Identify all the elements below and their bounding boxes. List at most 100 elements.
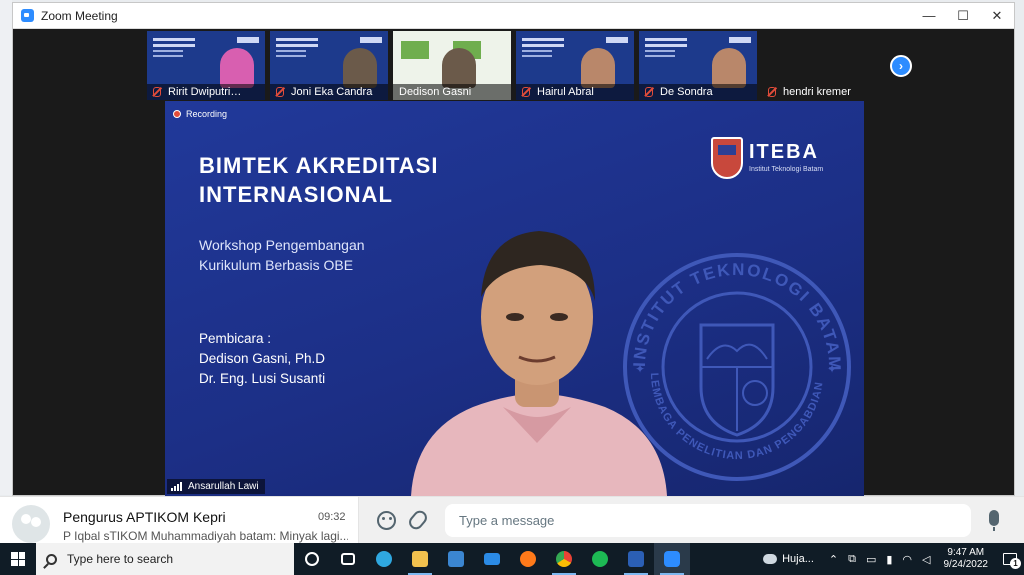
participant-name: hendri kremer — [783, 86, 851, 98]
chat-last-message[interactable]: P Iqbal sTIKOM Muhammadiyah batam: Minya… — [63, 529, 348, 543]
chat-time: 09:32 — [318, 511, 346, 523]
mic-muted-icon — [153, 87, 161, 97]
mic-muted-icon — [276, 87, 284, 97]
banner-thumbnail — [401, 41, 429, 59]
task-view-icon[interactable] — [330, 543, 366, 575]
clock[interactable]: 9:47 AM 9/24/2022 — [944, 547, 989, 571]
window-controls: — ☐ ✕ — [912, 3, 1014, 28]
speakers-heading: Pembicara : — [199, 331, 272, 346]
iteba-logo: ITEBA Institut Teknologi Batam — [711, 137, 831, 183]
speaker-name: Dedison Gasni, Ph.D — [199, 351, 326, 366]
zoom-icon[interactable] — [654, 543, 690, 575]
participant-name: Ririt Dwiputri… — [168, 86, 242, 98]
next-page-button[interactable]: › — [890, 55, 912, 77]
slide-title-line: BIMTEK AKREDITASI — [199, 153, 439, 178]
slide-subtitle-line: Workshop Pengembangan — [199, 237, 365, 253]
file-explorer-icon[interactable] — [402, 543, 438, 575]
notification-center-button[interactable]: 1 — [996, 543, 1024, 575]
participant-label: Joni Eka Candra — [270, 84, 388, 100]
window-title: Zoom Meeting — [41, 8, 118, 23]
firefox-icon[interactable] — [510, 543, 546, 575]
shared-slide-thumbnail — [522, 38, 577, 78]
participant-name: Hairul Abral — [537, 86, 594, 98]
zoom-window: Zoom Meeting — ☐ ✕ Ririt Dwiputri… Joni … — [12, 2, 1015, 496]
recording-indicator[interactable]: Recording — [173, 109, 227, 119]
participant-tile[interactable]: Dedison Gasni — [393, 31, 511, 100]
group-avatar[interactable] — [12, 505, 50, 543]
participant-video — [343, 48, 377, 88]
clock-date: 9/24/2022 — [943, 559, 989, 570]
shared-slide-thumbnail — [153, 38, 208, 78]
svg-text:✦: ✦ — [827, 362, 837, 376]
minimize-button[interactable]: — — [912, 3, 946, 28]
search-placeholder: Type here to search — [67, 552, 174, 566]
emoji-icon[interactable] — [377, 511, 396, 530]
message-input[interactable]: Type a message — [445, 504, 971, 537]
logo-thumbnail — [729, 37, 751, 43]
chat-group-name[interactable]: Pengurus APTIKOM Kepri — [63, 509, 226, 525]
participant-label: Hairul Abral — [516, 84, 634, 100]
store-icon[interactable] — [438, 543, 474, 575]
chat-app-strip: Pengurus APTIKOM Kepri 09:32 P Iqbal sTI… — [0, 496, 1024, 544]
recording-dot-icon — [173, 110, 181, 118]
maximize-button[interactable]: ☐ — [946, 3, 980, 28]
volume-icon[interactable]: ◁ — [922, 553, 930, 566]
tray-icons: ⌃ ⧉ ▭ ▮ ◠ ◁ — [824, 553, 936, 566]
participant-label: Dedison Gasni — [393, 84, 511, 100]
taskbar: Type here to search Huja... ⌃ ⧉ ▭ ▮ ◠ ◁ — [0, 543, 1024, 575]
start-button[interactable] — [0, 543, 36, 575]
participant-tile[interactable]: De Sondra — [639, 31, 757, 100]
participant-tile[interactable]: Ririt Dwiputri… — [147, 31, 265, 100]
presenter-video — [411, 231, 667, 496]
logo-thumbnail — [237, 37, 259, 43]
slide-subtitle: Workshop Pengembangan Kurikulum Berbasis… — [199, 235, 365, 275]
spotify-icon[interactable] — [582, 543, 618, 575]
wifi-icon[interactable]: ◠ — [902, 553, 912, 566]
weather-widget[interactable]: Huja... — [763, 553, 814, 565]
paperclip-icon[interactable] — [406, 507, 430, 533]
shield-icon — [711, 137, 743, 179]
participant-label: De Sondra — [639, 84, 757, 100]
participant-name: De Sondra — [660, 86, 713, 98]
desktop: Zoom Meeting — ☐ ✕ Ririt Dwiputri… Joni … — [0, 0, 1024, 575]
participant-video — [581, 48, 615, 88]
taskbar-search[interactable]: Type here to search — [36, 543, 294, 575]
word-icon[interactable] — [618, 543, 654, 575]
participant-label: hendri kremer — [762, 84, 880, 100]
participant-strip: Ririt Dwiputri… Joni Eka Candra Dedison … — [13, 30, 1014, 101]
mail-icon[interactable] — [474, 543, 510, 575]
shared-slide-thumbnail — [645, 38, 700, 78]
zoom-app-icon — [21, 9, 34, 22]
network-share-icon[interactable]: ⧉ — [848, 553, 856, 566]
title-bar[interactable]: Zoom Meeting — ☐ ✕ — [13, 3, 1014, 29]
microphone-icon[interactable] — [989, 510, 999, 531]
close-button[interactable]: ✕ — [980, 3, 1014, 28]
message-composer: Type a message — [359, 497, 1024, 544]
system-tray: Huja... ⌃ ⧉ ▭ ▮ ◠ ◁ 9:47 AM 9/24/2022 1 — [763, 543, 1024, 575]
participant-video — [220, 48, 254, 88]
slide-title: BIMTEK AKREDITASI INTERNASIONAL — [199, 151, 438, 209]
participant-name: Dedison Gasni — [399, 86, 472, 98]
brand-word: ITEBA — [749, 141, 819, 163]
shared-screen: Recording BIMTEK AKREDITASI INTERNASIONA… — [165, 101, 864, 496]
chrome-icon[interactable] — [546, 543, 582, 575]
participant-tile[interactable]: Joni Eka Candra — [270, 31, 388, 100]
clock-time: 9:47 AM — [947, 547, 985, 558]
logo-thumbnail — [606, 37, 628, 43]
battery-icon[interactable]: ▮ — [886, 553, 892, 566]
active-speaker-label: Ansarullah Lawi — [167, 479, 265, 494]
edge-icon[interactable] — [366, 543, 402, 575]
cortana-icon[interactable] — [294, 543, 330, 575]
mic-muted-icon — [768, 87, 776, 97]
slide-subtitle-line: Kurikulum Berbasis OBE — [199, 257, 354, 273]
notification-badge: 1 — [1010, 558, 1021, 569]
speaker-list: Pembicara : Dedison Gasni, Ph.D Dr. Eng.… — [199, 329, 325, 389]
participant-tile[interactable]: hendri kremer — [762, 31, 880, 100]
chevron-up-icon[interactable]: ⌃ — [829, 553, 838, 566]
search-icon — [46, 553, 57, 565]
recording-label: Recording — [186, 109, 228, 119]
display-icon[interactable]: ▭ — [866, 553, 876, 566]
participant-tile[interactable]: Hairul Abral — [516, 31, 634, 100]
shared-slide-thumbnail — [276, 38, 331, 78]
participant-name: Joni Eka Candra — [291, 86, 373, 98]
